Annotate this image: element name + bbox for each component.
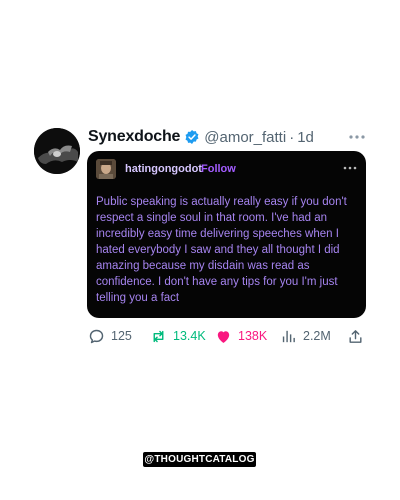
embed-avatar [96,159,116,179]
follow-button[interactable]: Follow [201,163,236,175]
reply-icon [89,329,104,343]
share-icon [349,329,362,343]
handle[interactable]: @amor_fatti [204,129,286,146]
avatar-image [34,128,80,174]
like-count: 138K [238,329,268,343]
heart-icon [217,330,230,343]
avatar[interactable] [34,128,80,174]
retweet-icon [153,330,164,342]
reply-count: 125 [111,329,132,343]
tweet-header: Synexdoche @amor_fatti · 1d [88,127,314,147]
views-button[interactable]: 2.2M [280,326,331,346]
views-count: 2.2M [303,329,331,343]
reply-button[interactable]: 125 [88,326,132,346]
share-button[interactable] [347,326,364,346]
verified-icon [185,130,199,144]
separator: · [289,128,295,146]
views-icon [282,330,295,342]
tweet-card: Synexdoche @amor_fatti · 1d hatingongodo… [0,0,400,500]
embed-body-text: Public speaking is actually really easy … [96,196,347,304]
display-name[interactable]: Synexdoche [88,128,180,146]
embed-avatar-image [96,159,116,179]
watermark: @THOUGHTCATALOG [143,452,256,467]
retweet-count: 13.4K [173,329,206,343]
action-bar: 125 13.4K 138K 2.2M [88,326,368,346]
more-icon[interactable] [348,130,366,144]
timestamp[interactable]: 1d [297,129,314,146]
embedded-post[interactable]: hatingongodot Follow Public speaking is … [87,151,366,318]
embed-more-icon[interactable] [343,165,357,171]
embed-username[interactable]: hatingongodot [125,163,202,175]
retweet-button[interactable]: 13.4K [150,326,206,346]
like-button[interactable]: 138K [215,326,267,346]
